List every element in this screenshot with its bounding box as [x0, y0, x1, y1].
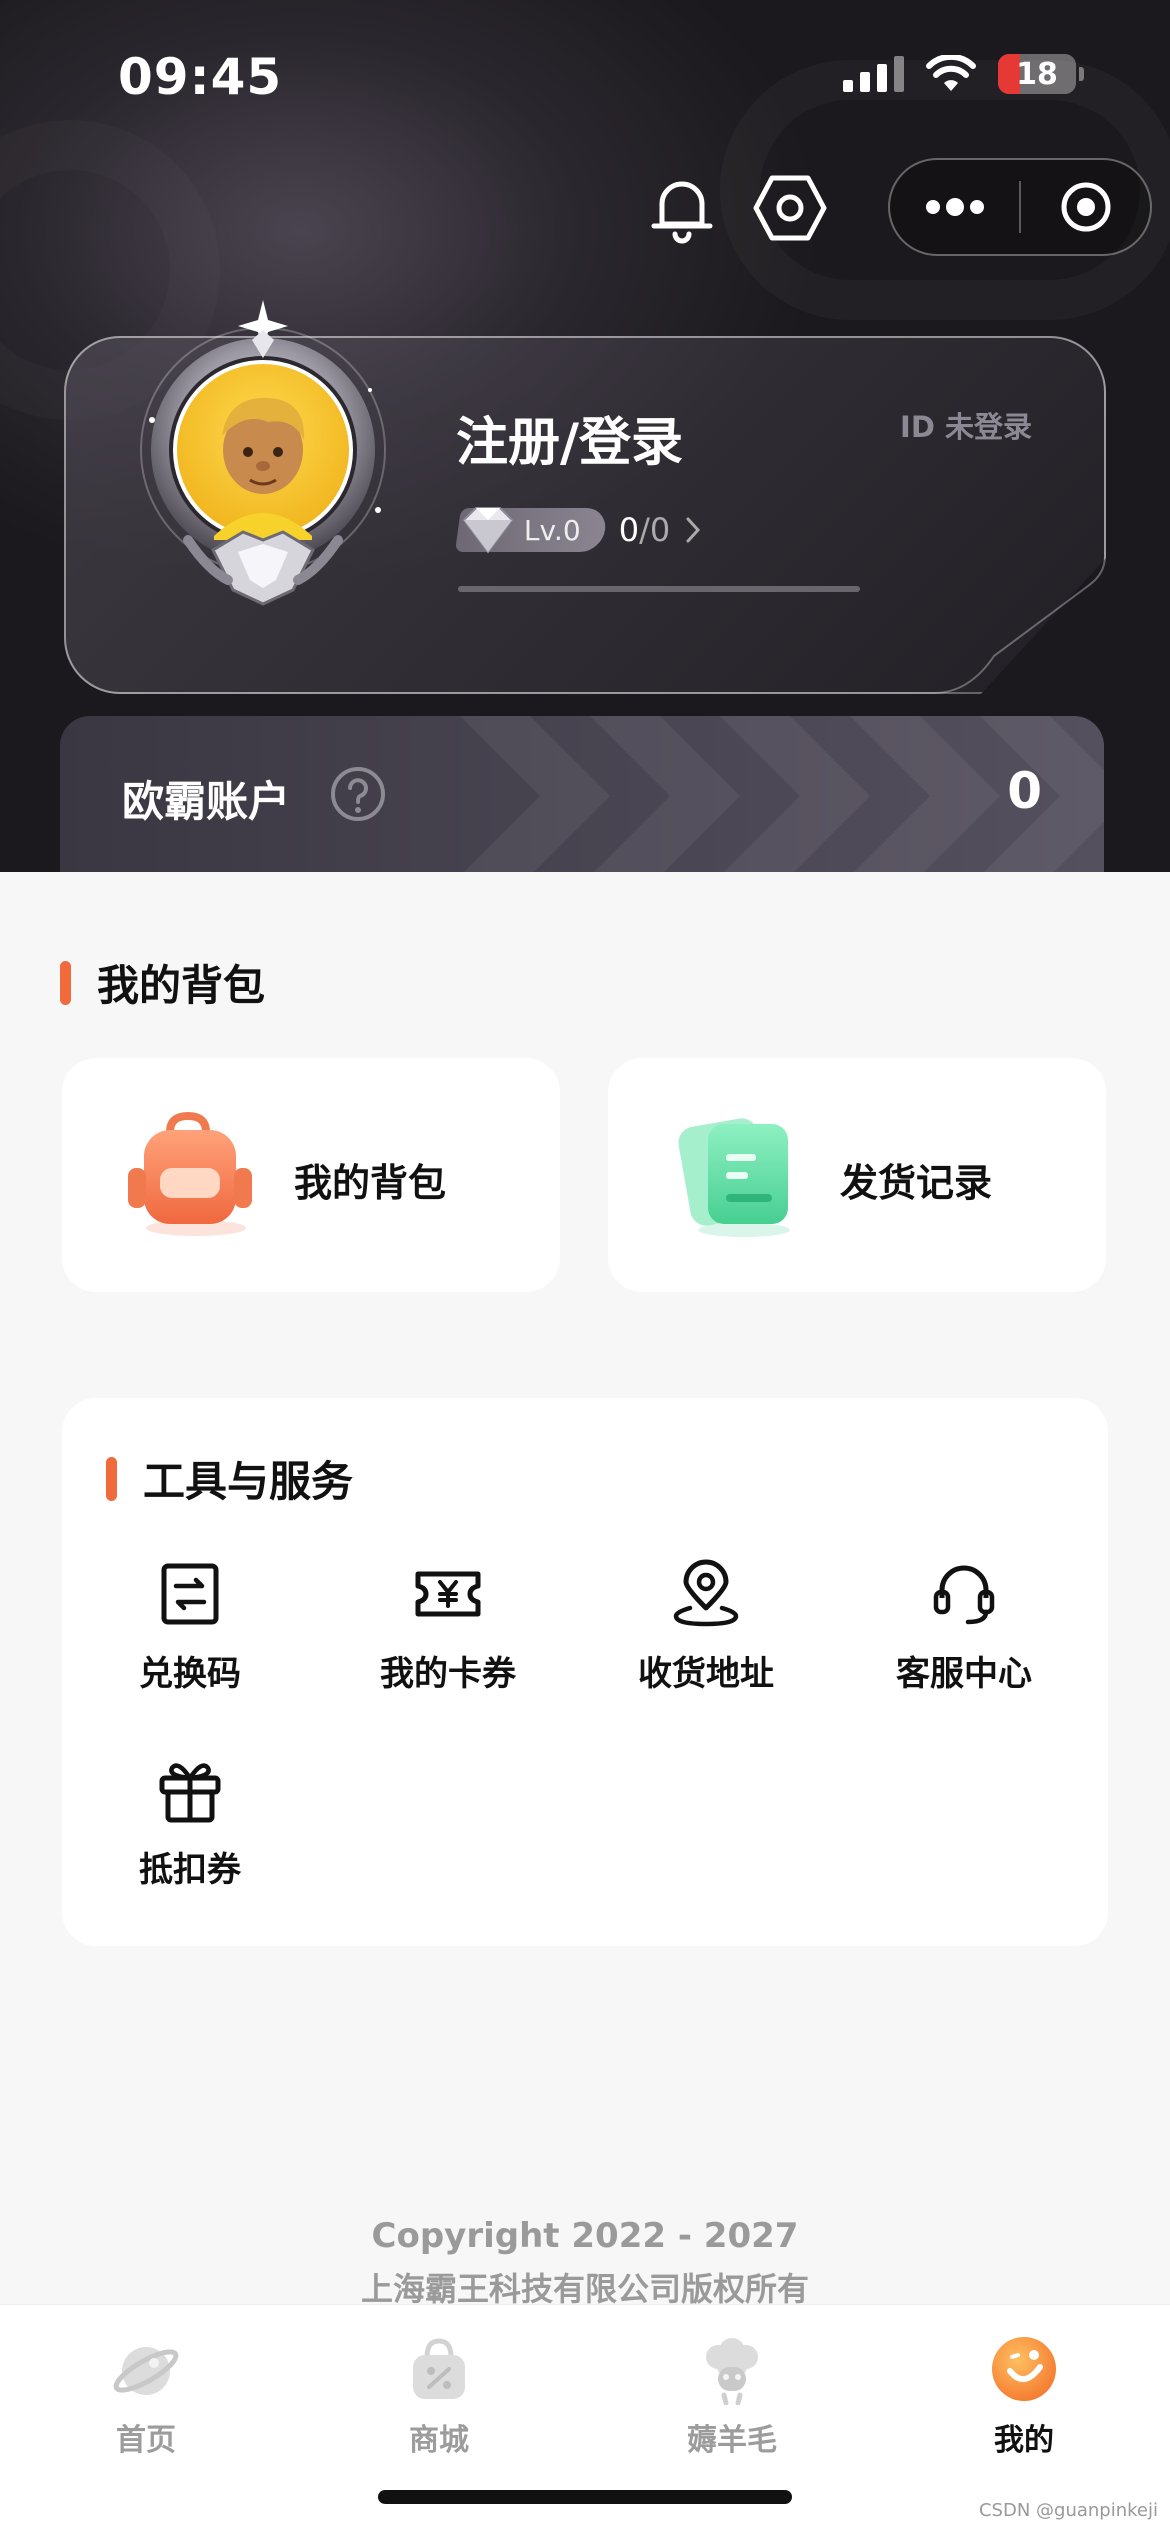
tool-label: 抵扣券 — [139, 1850, 241, 1890]
tool-redeem-code[interactable]: 兑换码 — [90, 1558, 290, 1695]
miniprogram-capsule — [888, 158, 1152, 256]
wifi-icon — [926, 55, 976, 91]
tool-label: 我的卡券 — [380, 1654, 516, 1694]
document-icon — [678, 1118, 790, 1237]
coupon-yen-icon — [415, 1571, 481, 1617]
cellular-signal-icon — [843, 56, 904, 92]
tool-deduction-voucher[interactable]: 抵扣券 — [90, 1754, 290, 1891]
progress-current: 0 — [618, 511, 640, 549]
record-circle-icon — [1061, 182, 1110, 232]
battery-level: 18 — [1016, 56, 1058, 92]
tools-section-title-text: 工具与服务 — [143, 1457, 354, 1506]
avatar[interactable] — [118, 300, 408, 620]
bell-icon[interactable] — [644, 170, 720, 246]
shopping-bag-icon — [413, 2338, 465, 2399]
shipping-records-card[interactable]: 发货记录 — [608, 1058, 1106, 1292]
tool-label: 收货地址 — [638, 1654, 774, 1694]
headset-icon — [933, 1565, 995, 1625]
tool-label: 兑换码 — [139, 1654, 241, 1694]
location-pin-icon — [673, 1559, 739, 1627]
progress-separator: / — [639, 511, 650, 549]
gift-icon — [159, 1763, 221, 1823]
title-accent-bar — [106, 1456, 117, 1501]
login-register-link[interactable]: 注册/登录 — [456, 400, 683, 475]
backpack-section-title-text: 我的背包 — [97, 961, 266, 1010]
title-accent-bar — [60, 960, 71, 1005]
level-label: Lv.0 — [524, 513, 581, 547]
copyright-text: Copyright 2022 - 2027 — [371, 2216, 799, 2256]
planet-icon — [113, 2347, 179, 2395]
level-badge: Lv.0 — [454, 507, 608, 554]
profile-face-icon — [992, 2337, 1056, 2401]
tab-mine[interactable]: 我的 — [934, 2333, 1114, 2459]
level-progress-bar — [458, 586, 860, 592]
level-row[interactable]: Lv.0 0/0 — [454, 507, 704, 554]
tool-label: 客服中心 — [896, 1654, 1032, 1694]
chevron-right-icon — [686, 517, 701, 543]
diamond-icon — [462, 507, 514, 554]
account-balance: 0 — [1007, 762, 1042, 820]
capsule-more-button[interactable] — [890, 160, 1019, 254]
tab-label: 薅羊毛 — [687, 2423, 777, 2458]
capsule-close-button[interactable] — [1021, 160, 1150, 254]
home-indicator — [378, 2490, 792, 2504]
watermark: CSDN @guanpinkeji — [978, 2500, 1158, 2521]
status-time: 09:45 — [118, 48, 283, 106]
tools-services-card: 工具与服务 兑换码 我的卡券 收货地址 客服中心 抵扣券 — [62, 1398, 1108, 1946]
tab-label: 首页 — [116, 2423, 176, 2458]
tool-customer-service[interactable]: 客服中心 — [864, 1558, 1064, 1695]
progress-max: 0 — [649, 511, 671, 549]
backpack-card-label: 我的背包 — [294, 1161, 447, 1205]
user-id-text: ID 未登录 — [900, 410, 1032, 444]
battery-icon: 18 — [998, 54, 1076, 94]
help-icon[interactable] — [330, 766, 386, 822]
tools-section-title: 工具与服务 — [106, 1448, 353, 1509]
exchange-code-icon — [161, 1563, 219, 1625]
backpack-icon — [128, 1111, 252, 1236]
tab-mall[interactable]: 商城 — [349, 2333, 529, 2459]
more-dots-icon — [925, 198, 984, 216]
tool-shipping-address[interactable]: 收货地址 — [606, 1558, 806, 1695]
shipping-records-label: 发货记录 — [840, 1161, 993, 1205]
account-bar[interactable]: 欧霸账户 0 — [60, 716, 1104, 872]
tab-deals[interactable]: 薅羊毛 — [642, 2333, 822, 2459]
tab-home[interactable]: 首页 — [56, 2333, 236, 2459]
profile-header: 09:45 18 注册/登录 ID 未登录 Lv.0 0/0 欧霸账户 0 — [0, 0, 1170, 872]
status-icons: 18 — [843, 54, 1084, 94]
backpack-card[interactable]: 我的背包 — [62, 1058, 560, 1292]
tab-label: 我的 — [994, 2423, 1054, 2458]
backpack-section-title: 我的背包 — [60, 952, 265, 1013]
account-label: 欧霸账户 — [122, 777, 291, 826]
sheep-icon — [706, 2338, 758, 2405]
tool-my-coupons[interactable]: 我的卡券 — [348, 1558, 548, 1695]
settings-icon[interactable] — [752, 170, 828, 246]
tab-label: 商城 — [409, 2423, 469, 2458]
level-progress-text: 0/0 — [619, 511, 671, 549]
